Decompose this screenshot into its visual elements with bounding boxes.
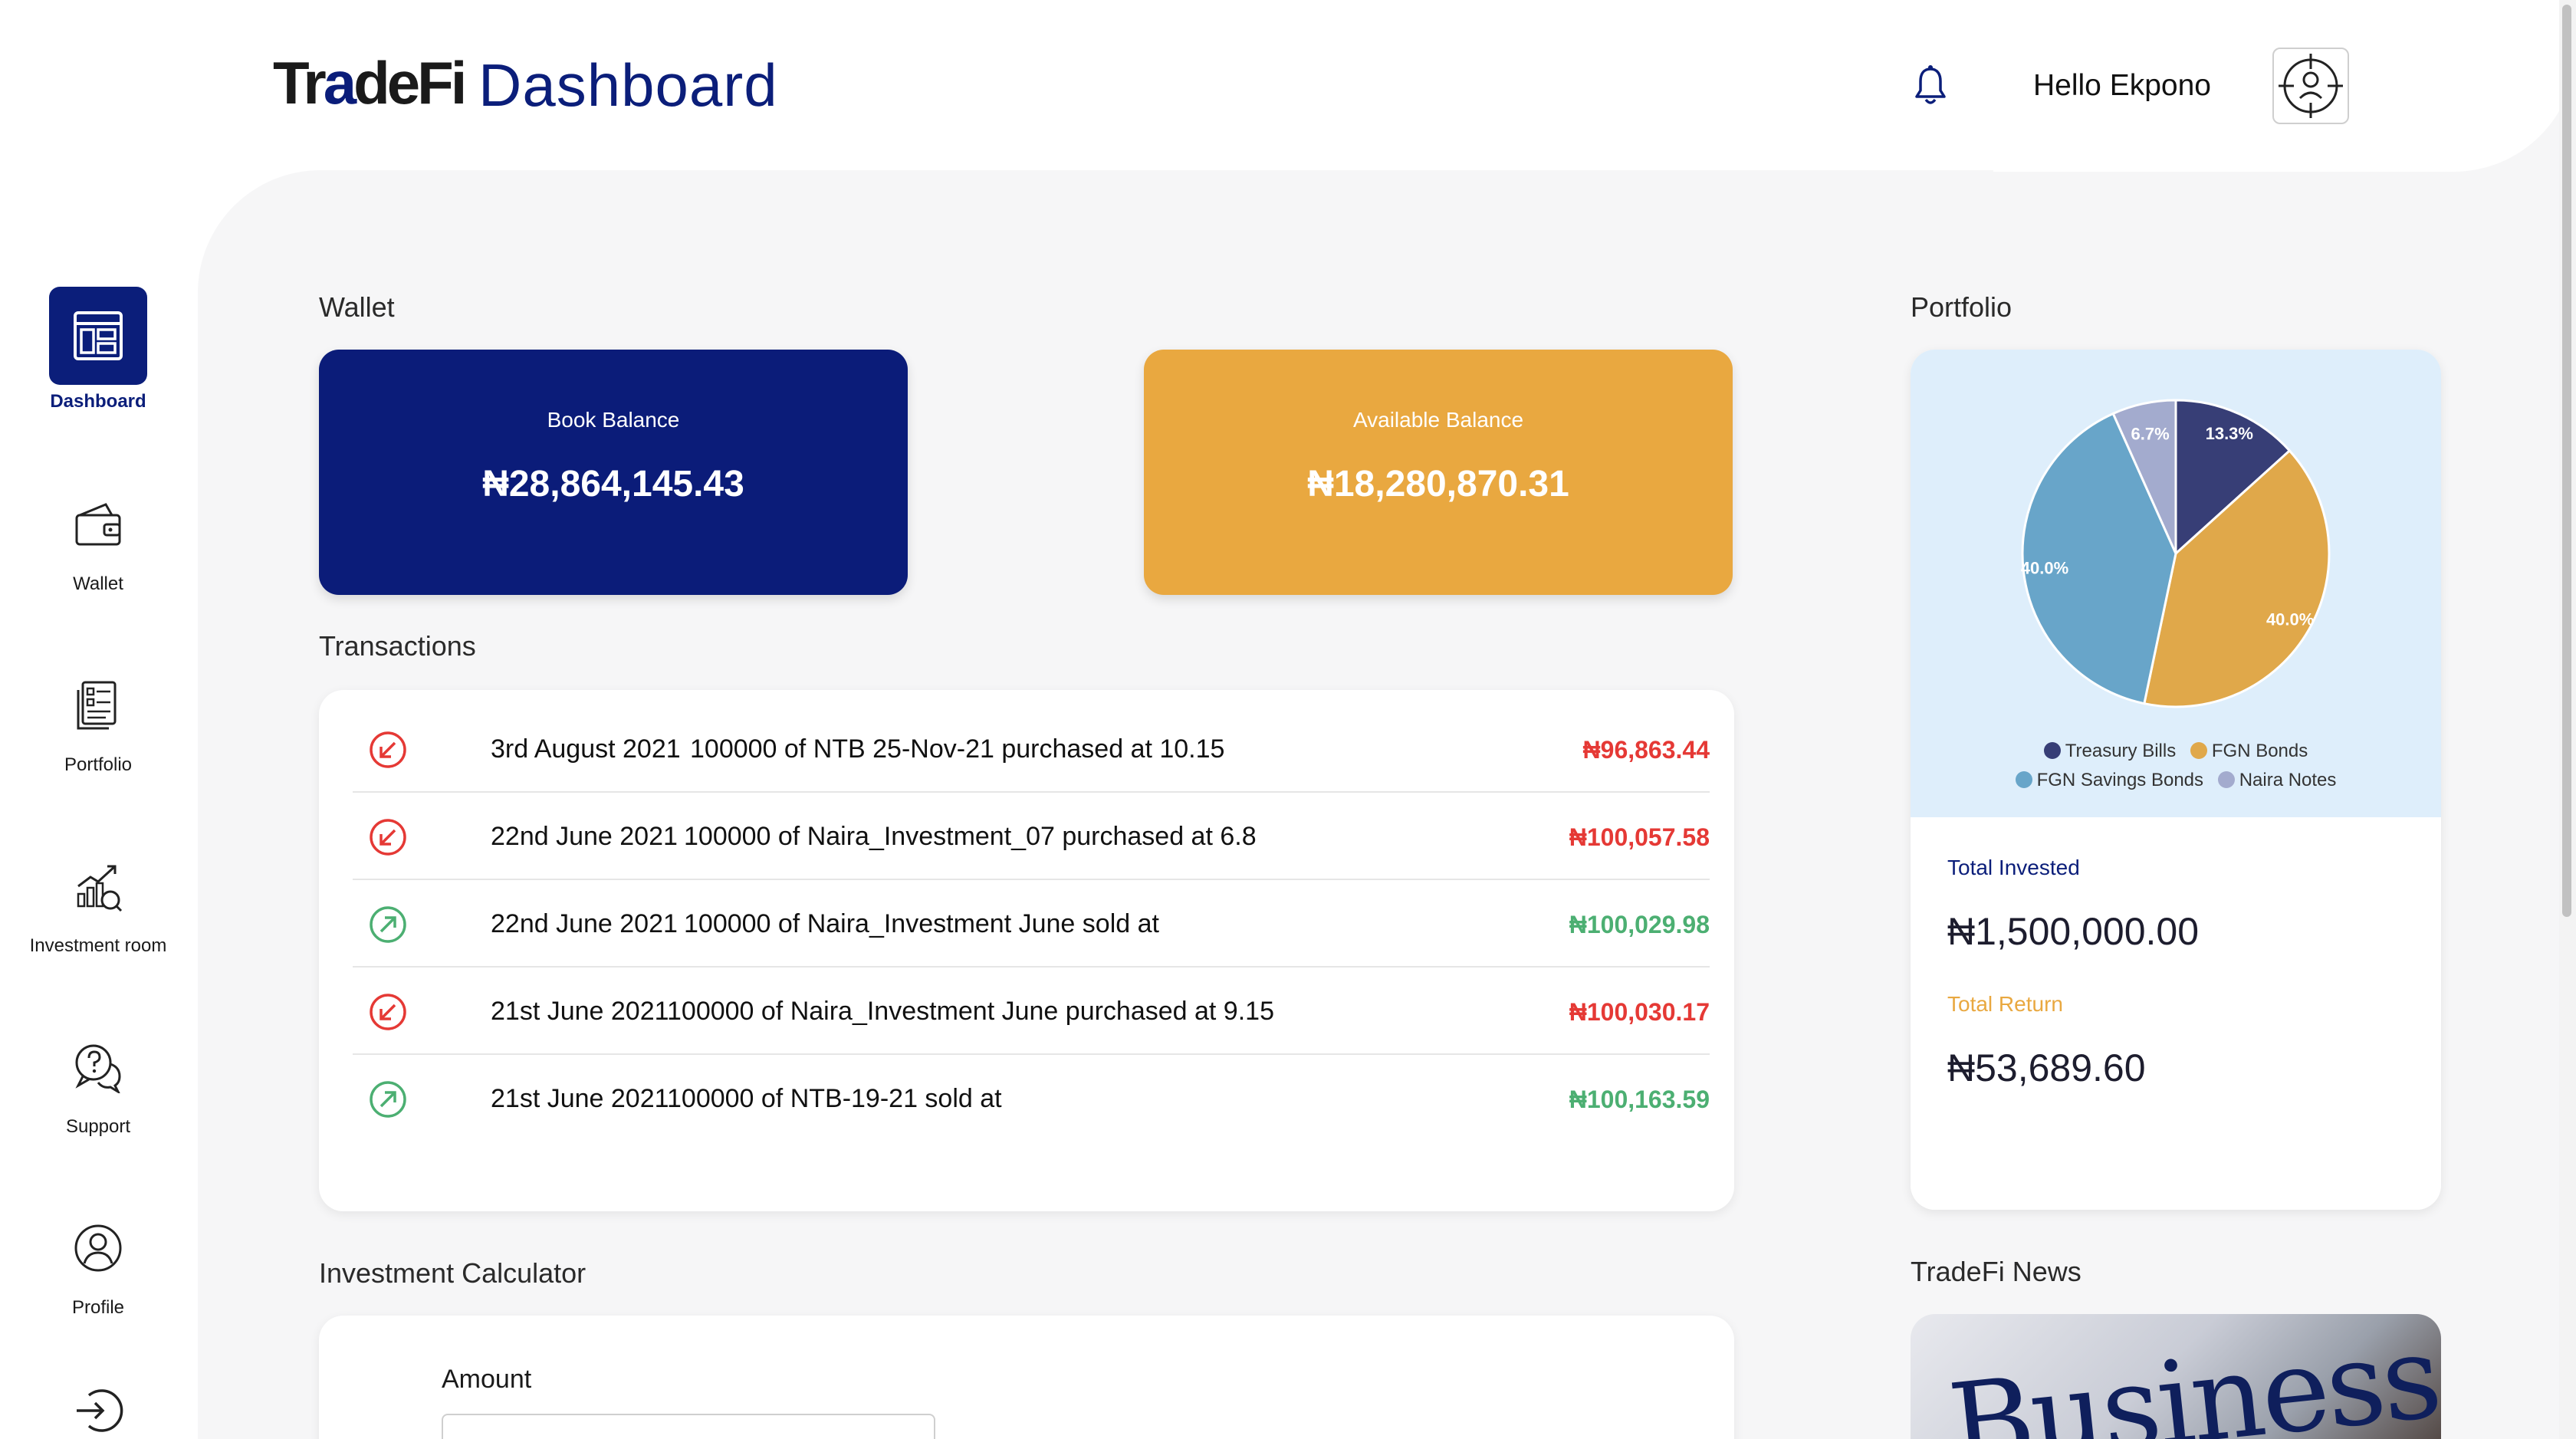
total-return-label: Total Return [1947,992,2063,1016]
arrow-down-left-icon [368,730,408,770]
book-balance-value: ₦28,864,145.43 [482,464,744,504]
news-image-card[interactable]: Business [1911,1314,2441,1439]
sidebar-item-label: Dashboard [50,391,146,412]
total-invested-label: Total Invested [1947,856,2080,879]
sidebar-item-label: Support [65,1116,131,1137]
wallet-section-title: Wallet [319,291,395,323]
legend-item[interactable]: FGN Bonds [2190,741,2308,762]
transaction-description: 100000 of Naira_Investment June sold at [684,909,1159,938]
sidebar-item-dashboard[interactable]: Dashboard [0,287,196,440]
portfolio-chart-area: 13.3% 40.0% 40.0% 6.7% Treasury Bills FGN B… [1911,350,2441,817]
book-balance-label: Book Balance [547,408,680,432]
bell-icon[interactable] [1914,64,1947,106]
sidebar-item-support[interactable]: Support [0,1018,196,1171]
logo-wordmark: TradeFi [273,49,467,117]
transaction-date: 22nd June 2021 [491,909,678,938]
portfolio-pie-chart[interactable]: 13.3% 40.0% 40.0% 6.7% [2018,396,2334,711]
news-image-headline: Business [1943,1314,2441,1439]
total-invested-value: ₦1,500,000.00 [1947,910,2200,953]
amount-input[interactable] [442,1414,935,1439]
chart-legend-row-1: Treasury Bills FGN Bonds [1911,741,2441,762]
legend-item[interactable]: Naira Notes [2217,770,2337,791]
transaction-amount: ₦100,163.59 [1569,1086,1710,1113]
sidebar-item-label: Profile [71,1297,125,1318]
tradefi-logo[interactable]: TradeFi [273,49,467,117]
transaction-row[interactable]: 22nd June 2021 100000 of Naira_Investmen… [353,880,1710,968]
arrow-up-right-icon [368,905,408,945]
amount-label: Amount [442,1365,532,1394]
transaction-date: 3rd August 2021 [491,734,681,764]
available-balance-value: ₦18,280,870.31 [1307,464,1569,504]
book-balance-card: Book Balance ₦28,864,145.43 [319,350,908,595]
transaction-row[interactable]: 22nd June 2021 100000 of Naira_Investmen… [353,793,1710,880]
logout-icon [49,1380,147,1439]
sidebar-item-profile[interactable]: Profile [0,1199,196,1352]
user-avatar-icon[interactable] [2272,48,2349,124]
transaction-description: 100000 of NTB-19-21 sold at [667,1084,1002,1113]
investment-calculator-card: Amount [319,1316,1734,1439]
arrow-down-left-icon [368,992,408,1032]
transaction-row[interactable]: 21st June 2021 100000 of NTB-19-21 sold … [353,1055,1710,1142]
pie-slice-label: 40.0% [2021,558,2068,577]
transactions-section-title: Transactions [319,630,476,662]
chart-legend-row-2: FGN Savings Bonds Naira Notes [1911,770,2441,791]
available-balance-label: Available Balance [1352,408,1524,432]
transaction-description: 100000 of Naira_Investment June purchase… [667,997,1274,1026]
sidebar-item-logout[interactable] [0,1380,196,1439]
transaction-date: 22nd June 2021 [491,822,678,851]
portfolio-card: 13.3% 40.0% 40.0% 6.7% Treasury Bills FGN B… [1911,350,2441,1210]
legend-dot [2015,771,2032,788]
legend-item[interactable]: FGN Savings Bonds [2015,770,2204,791]
arrow-down-left-icon [368,817,408,857]
total-return-value: ₦53,689.60 [1947,1046,2146,1089]
pie-slice-label: 6.7% [2131,425,2169,444]
arrow-up-right-icon [368,1079,408,1119]
transaction-amount: ₦96,863.44 [1582,736,1710,764]
scrollbar-thumb[interactable] [2562,5,2571,917]
legend-label: FGN Savings Bonds [2036,770,2204,790]
transaction-row[interactable]: 3rd August 2021 100000 of NTB 25-Nov-21 … [353,705,1710,793]
transaction-description: 100000 of NTB 25-Nov-21 purchased at 10.… [690,734,1225,764]
legend-label: FGN Bonds [2211,741,2308,761]
legend-label: Naira Notes [2239,770,2337,790]
transaction-description: 100000 of Naira_Investment_07 purchased … [684,822,1257,851]
portfolio-summary: Total Invested ₦1,500,000.00 Total Retur… [1911,817,2441,1210]
calculator-section-title: Investment Calculator [319,1257,586,1289]
pie-slice-label: 40.0% [2266,610,2314,629]
chat-question-icon [49,1018,147,1116]
user-greeting: Hello Ekpono [2033,69,2211,102]
vertical-scrollbar[interactable] [2559,0,2576,1439]
transaction-date: 21st June 2021 [491,1084,669,1113]
transaction-amount: ₦100,029.98 [1569,911,1710,938]
dashboard-icon [49,287,147,385]
growth-chart-icon [49,837,147,935]
pie-slice-label: 13.3% [2206,424,2253,443]
transaction-date: 21st June 2021 [491,997,669,1026]
news-section-title: TradeFi News [1911,1256,2082,1287]
sidebar-item-label: Portfolio [64,754,133,775]
legend-dot [2043,742,2061,759]
transaction-row[interactable]: 21st June 2021 100000 of Naira_Investmen… [353,968,1710,1055]
wallet-icon [49,475,147,573]
sidebar-item-label: Investment room [29,935,167,956]
transaction-amount: ₦100,030.17 [1569,998,1710,1026]
legend-item[interactable]: Treasury Bills [2043,741,2177,762]
sidebar-item-label: Wallet [73,573,123,594]
legend-dot [2217,771,2235,788]
portfolio-document-icon [49,656,147,754]
transaction-amount: ₦100,057.58 [1569,823,1710,851]
legend-dot [2190,742,2207,759]
portfolio-section-title: Portfolio [1911,291,2013,323]
available-balance-card: Available Balance ₦18,280,870.31 [1144,350,1733,595]
sidebar-item-investment-room[interactable]: Investment room [0,837,196,991]
sidebar-item-wallet[interactable]: Wallet [0,475,196,629]
page-title: Dashboard [478,51,778,119]
legend-label: Treasury Bills [2065,741,2177,761]
transactions-list: 3rd August 2021 100000 of NTB 25-Nov-21 … [319,690,1734,1211]
sidebar-item-portfolio[interactable]: Portfolio [0,656,196,810]
user-circle-icon [49,1199,147,1297]
